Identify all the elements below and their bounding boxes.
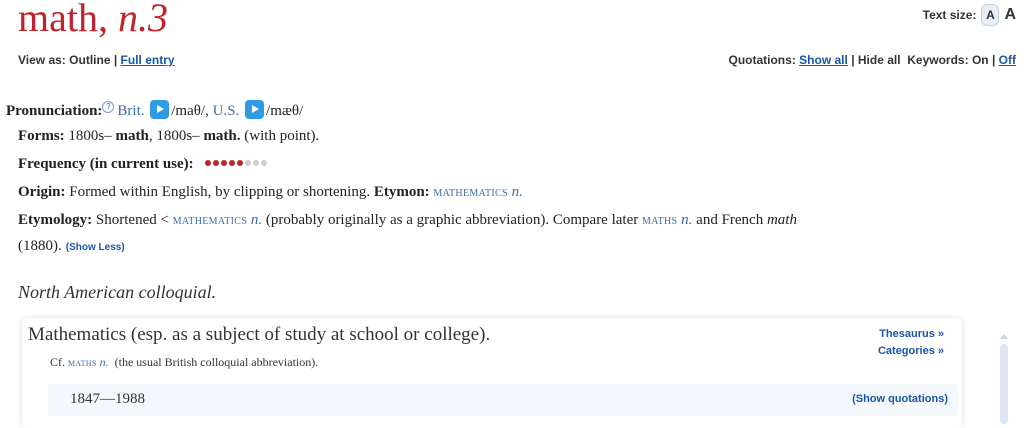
headword: math, n.3 bbox=[18, 0, 168, 41]
frequency-dot bbox=[213, 160, 220, 166]
text-size-small-button[interactable]: A bbox=[981, 4, 1000, 26]
play-brit-audio-icon[interactable] bbox=[150, 100, 170, 119]
show-less-link[interactable]: (Show Less) bbox=[66, 242, 125, 253]
etymology-label: Etymology: bbox=[18, 212, 93, 228]
quotation-bar[interactable]: 1847—1988 (Show quotations) bbox=[48, 384, 958, 416]
view-outline: Outline bbox=[69, 53, 111, 67]
quotations-label: Quotations: bbox=[728, 53, 796, 67]
help-icon[interactable]: ? bbox=[102, 101, 115, 113]
categories-link[interactable]: Categories » bbox=[878, 343, 944, 360]
etymology-row-2: (1880). (Show Less) bbox=[18, 238, 125, 255]
scrollbar[interactable] bbox=[994, 330, 1014, 427]
text-size-label: Text size: bbox=[922, 8, 977, 22]
view-as-label: View as: bbox=[18, 53, 66, 67]
form2-date: 1800s– bbox=[156, 128, 200, 144]
show-all-link[interactable]: Show all bbox=[799, 53, 848, 67]
hide-all-label: Hide all bbox=[857, 53, 901, 67]
forms-separator: , bbox=[148, 128, 153, 144]
etymology-text-3: and French bbox=[696, 212, 764, 228]
frequency-label: Frequency (in current use): bbox=[18, 156, 194, 172]
show-quotations-link[interactable]: (Show quotations) bbox=[852, 393, 948, 405]
etymology-pos-2: n. bbox=[681, 212, 693, 228]
form2-word: math. bbox=[203, 128, 241, 144]
etymon-link[interactable]: mathematics bbox=[433, 185, 507, 200]
cross-reference: Cf. maths n. (the usual British colloqui… bbox=[50, 355, 318, 370]
frequency-dot bbox=[205, 160, 212, 166]
etymology-link-mathematics[interactable]: mathematics bbox=[173, 213, 247, 228]
frequency-dot bbox=[261, 160, 268, 166]
forms-row: Forms: 1800s– math, 1800s– math. (with p… bbox=[18, 128, 319, 145]
sense-definition: Mathematics (esp. as a subject of study … bbox=[28, 324, 491, 345]
quotation-date-range: 1847—1988 bbox=[70, 391, 145, 407]
brit-label: Brit. bbox=[117, 103, 145, 119]
etymology-pos-1: n. bbox=[250, 212, 263, 228]
origin-text: Formed within English, by clipping or sh… bbox=[69, 184, 371, 200]
cf-link-maths[interactable]: maths bbox=[68, 357, 97, 369]
sense-panel: Mathematics (esp. as a subject of study … bbox=[22, 318, 962, 428]
quotations-separator: | bbox=[851, 53, 855, 67]
play-us-audio-icon[interactable] bbox=[245, 100, 265, 119]
quotations-keywords-bar: Quotations: Show all | Hide all Keywords… bbox=[728, 53, 1016, 67]
keywords-label: Keywords: bbox=[907, 53, 969, 67]
keywords-on: On bbox=[971, 53, 989, 67]
form1-date: 1800s– bbox=[68, 128, 112, 144]
frequency-dot bbox=[253, 160, 260, 166]
frequency-dot bbox=[221, 160, 228, 166]
us-ipa: /mæθ/ bbox=[266, 103, 304, 119]
etymology-row: Etymology: Shortened < mathematics n. (p… bbox=[18, 212, 797, 229]
frequency-row: Frequency (in current use): bbox=[18, 156, 269, 173]
scroll-up-icon[interactable] bbox=[1000, 334, 1008, 339]
text-size-control: Text size: A A bbox=[923, 4, 1016, 26]
us-label: U.S. bbox=[212, 103, 240, 119]
thesaurus-link[interactable]: Thesaurus » bbox=[878, 326, 944, 343]
view-separator: | bbox=[113, 53, 118, 67]
pronunciation-row: Pronunciation:? Brit. /maθ/, U.S. /mæθ/ bbox=[6, 100, 303, 120]
etymology-date: (1880). bbox=[18, 238, 62, 254]
keywords-separator: | bbox=[991, 53, 996, 67]
view-as-bar: View as: Outline | Full entry bbox=[18, 53, 175, 67]
full-entry-link[interactable]: Full entry bbox=[121, 53, 175, 67]
frequency-dot bbox=[229, 160, 236, 166]
frequency-dots[interactable] bbox=[205, 156, 269, 172]
brit-ipa: /maθ/, bbox=[171, 103, 209, 119]
etymology-text-1: Shortened < bbox=[95, 212, 169, 228]
text-size-large-button[interactable]: A bbox=[1004, 6, 1016, 24]
cf-label: Cf. bbox=[50, 355, 65, 369]
scrollbar-thumb[interactable] bbox=[1000, 344, 1008, 424]
etymology-text-2: (probably originally as a graphic abbrev… bbox=[265, 212, 639, 228]
cf-pos: n. bbox=[99, 355, 109, 369]
keywords-off-link[interactable]: Off bbox=[999, 53, 1016, 67]
etymology-word-math: math bbox=[766, 212, 797, 228]
headword-word: math, bbox=[18, 0, 108, 40]
etymology-link-maths[interactable]: maths bbox=[642, 213, 677, 228]
sense-links: Thesaurus » Categories » bbox=[878, 326, 944, 360]
origin-label: Origin: bbox=[18, 184, 66, 200]
pronunciation-label: Pronunciation: bbox=[6, 103, 103, 119]
origin-row: Origin: Formed within English, by clippi… bbox=[18, 184, 523, 201]
etymon-pos: n. bbox=[511, 184, 523, 200]
frequency-dot bbox=[237, 160, 244, 166]
etymon-label: Etymon: bbox=[373, 184, 430, 200]
frequency-dot bbox=[245, 160, 252, 166]
forms-note: (with point). bbox=[244, 128, 320, 144]
usage-label: North American colloquial. bbox=[18, 282, 217, 302]
form1-word: math bbox=[115, 128, 149, 144]
cf-note: (the usual British colloquial abbreviati… bbox=[114, 355, 319, 369]
forms-label: Forms: bbox=[18, 128, 65, 144]
headword-pos: n.3 bbox=[117, 0, 168, 40]
